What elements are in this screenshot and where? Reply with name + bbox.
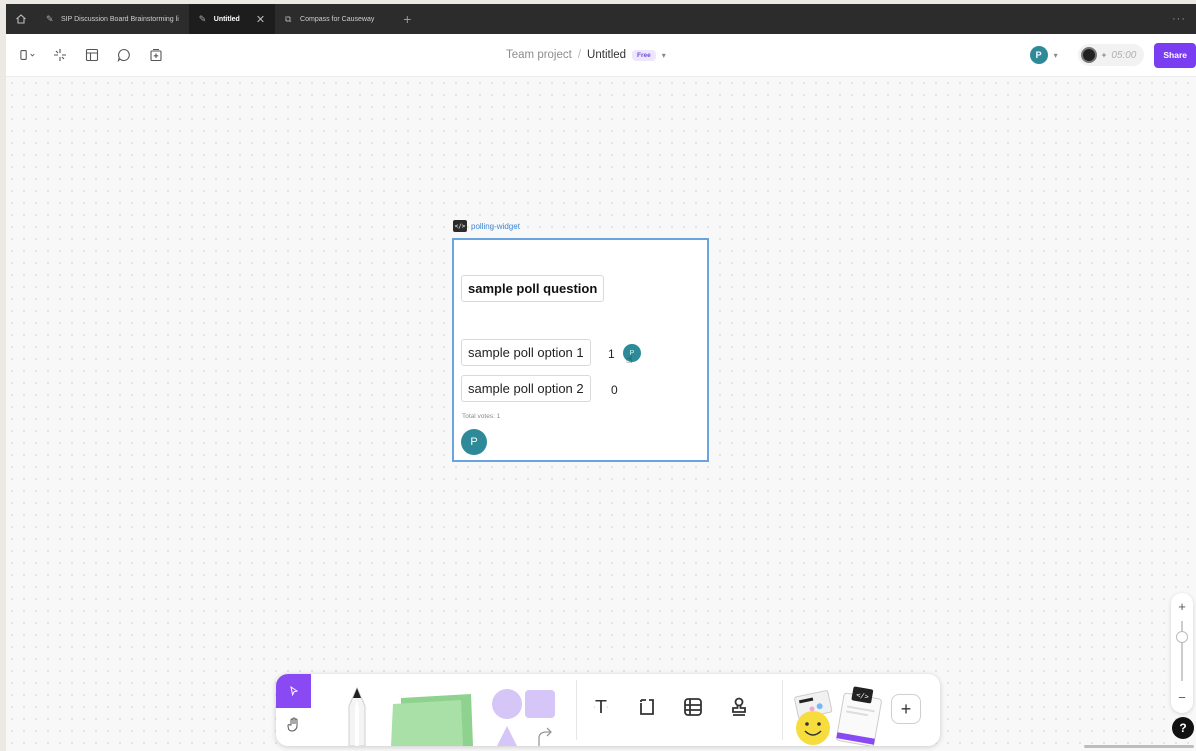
tab-untitled[interactable]: ✎ Untitled ✕ bbox=[188, 4, 276, 34]
stamp-tool-button[interactable] bbox=[724, 692, 754, 722]
text-tool-button[interactable]: · T · bbox=[586, 692, 616, 722]
owner-avatar: P bbox=[461, 429, 487, 455]
widget-label: </> polling-widget bbox=[453, 220, 520, 232]
widgets-stickers-tool[interactable]: </> bbox=[791, 684, 886, 746]
tab-compass[interactable]: ⧉ Compass for Causeway bbox=[275, 4, 384, 34]
zoom-in-button[interactable]: + bbox=[1171, 599, 1193, 614]
add-frame-icon[interactable] bbox=[148, 47, 164, 63]
bottom-dock: · T · </> + bbox=[276, 674, 940, 746]
comment-icon[interactable] bbox=[116, 47, 132, 63]
toolbar-right: P ▾ ✦ 05:00 Share bbox=[1029, 34, 1196, 76]
pen-icon: ✎ bbox=[46, 13, 54, 24]
horizontal-scrollbar[interactable] bbox=[1084, 745, 1194, 748]
plan-badge: Free bbox=[632, 49, 656, 61]
poll-option-2[interactable]: sample poll option 2 bbox=[461, 375, 591, 402]
layout-icon[interactable] bbox=[84, 47, 100, 63]
sparkle-icon: ✦ bbox=[1100, 50, 1108, 60]
widget-card-icon: </> bbox=[836, 686, 882, 746]
chevron-down-icon[interactable]: ▾ bbox=[1054, 51, 1058, 60]
tab-sip-discussion[interactable]: ✎ SIP Discussion Board Brainstorming li bbox=[36, 4, 189, 34]
vote-count-2: 0 bbox=[611, 383, 618, 397]
polling-widget[interactable]: sample poll question sample poll option … bbox=[452, 238, 709, 462]
timer-control[interactable]: ✦ 05:00 bbox=[1077, 44, 1145, 66]
breadcrumb: Team project / Untitled Free ▾ bbox=[506, 34, 666, 76]
timer-value: 05:00 bbox=[1111, 49, 1137, 61]
text-tools: · T · bbox=[586, 692, 754, 722]
zoom-out-button[interactable]: − bbox=[1171, 690, 1193, 705]
app-window: ✎ SIP Discussion Board Brainstorming li … bbox=[6, 4, 1196, 751]
hand-tool-button[interactable] bbox=[276, 708, 311, 742]
table-tool-button[interactable] bbox=[678, 692, 708, 722]
user-avatar[interactable]: P bbox=[1029, 46, 1048, 64]
poll-question[interactable]: sample poll question bbox=[461, 275, 605, 302]
poll-option-1[interactable]: sample poll option 1 bbox=[461, 339, 591, 366]
smiley-sticker-icon bbox=[796, 711, 830, 745]
drawing-tools bbox=[311, 674, 571, 746]
help-button[interactable]: ? bbox=[1172, 717, 1194, 739]
dock-divider bbox=[782, 680, 783, 740]
mode-switcher bbox=[276, 674, 311, 746]
widget-name[interactable]: polling-widget bbox=[471, 222, 520, 231]
hand-cursor-icon: ☝ bbox=[626, 354, 633, 366]
zoom-track[interactable] bbox=[1181, 621, 1183, 681]
chevron-down-icon[interactable]: ▾ bbox=[662, 51, 666, 60]
top-toolbar: Team project / Untitled Free ▾ P ▾ ✦ 05:… bbox=[6, 34, 1196, 77]
more-icon[interactable]: ··· bbox=[1172, 4, 1186, 34]
sticky-note-tool[interactable] bbox=[391, 694, 473, 746]
tab-bar: ✎ SIP Discussion Board Brainstorming li … bbox=[6, 4, 1196, 34]
total-votes: Total votes: 1 bbox=[462, 413, 501, 420]
shape-tool[interactable] bbox=[492, 689, 555, 746]
section-tool-button[interactable] bbox=[632, 692, 662, 722]
tab-label: Untitled bbox=[213, 15, 240, 23]
vote-count-1: 1 bbox=[608, 347, 615, 361]
sparkle-icon[interactable] bbox=[52, 47, 68, 63]
pen-tool[interactable] bbox=[348, 686, 366, 746]
text-tool-label: T bbox=[595, 696, 607, 718]
zoom-slider-handle[interactable] bbox=[1176, 631, 1188, 643]
timer-icon bbox=[1080, 47, 1097, 63]
more-tools-button[interactable]: + bbox=[891, 694, 921, 724]
dock-divider bbox=[576, 680, 577, 740]
share-button[interactable]: Share bbox=[1154, 42, 1196, 68]
file-name[interactable]: Untitled bbox=[587, 49, 626, 61]
main-menu-icon[interactable] bbox=[20, 47, 36, 63]
tab-label: SIP Discussion Board Brainstorming li bbox=[61, 15, 179, 23]
select-tool-button[interactable] bbox=[276, 674, 311, 708]
toolbar-left bbox=[20, 34, 164, 76]
tab-label: Compass for Causeway bbox=[300, 15, 375, 23]
pen-icon: ✎ bbox=[198, 13, 207, 24]
copy-icon: ⧉ bbox=[285, 13, 292, 24]
home-icon[interactable] bbox=[6, 4, 36, 34]
code-icon: </> bbox=[453, 220, 467, 232]
breadcrumb-separator: / bbox=[577, 49, 582, 61]
new-tab-button[interactable]: + bbox=[392, 4, 422, 34]
zoom-control: + − bbox=[1171, 593, 1193, 713]
close-icon[interactable]: ✕ bbox=[256, 13, 265, 26]
breadcrumb-team[interactable]: Team project bbox=[506, 49, 572, 61]
